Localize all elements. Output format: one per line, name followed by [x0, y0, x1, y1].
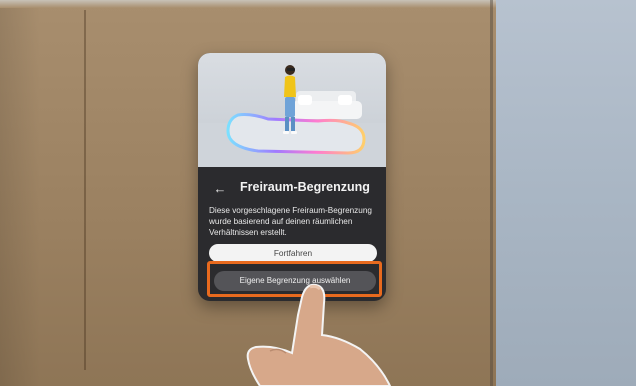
hero-illustration: [198, 53, 386, 167]
wall-edge: [490, 0, 493, 386]
sofa-illustration: [292, 91, 362, 119]
dialog-header: ← Freiraum-Begrenzung: [198, 175, 386, 203]
user-hand: [246, 283, 392, 386]
back-button[interactable]: ←: [210, 179, 230, 199]
dialog-description: Diese vorgeschlagene Freiraum-Begrenzung…: [209, 206, 372, 237]
arrow-left-icon: ←: [213, 181, 227, 196]
continue-button[interactable]: Fortfahren: [209, 244, 377, 262]
dialog-title: Freiraum-Begrenzung: [240, 180, 370, 194]
wall-crease: [84, 10, 86, 370]
window-panel: [496, 0, 636, 386]
